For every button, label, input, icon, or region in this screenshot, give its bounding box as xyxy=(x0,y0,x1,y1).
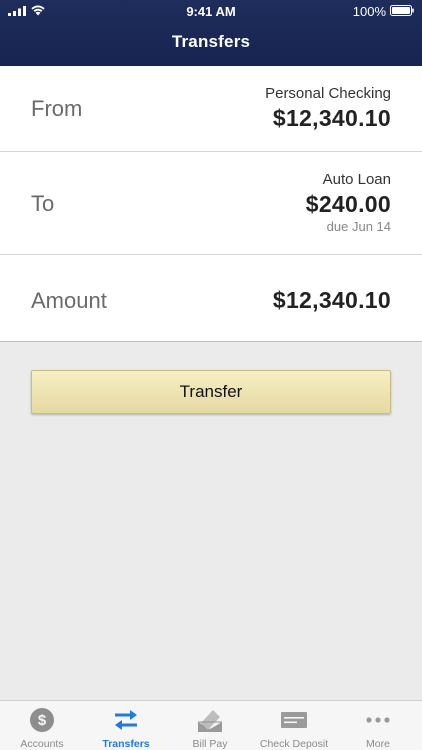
svg-text:$: $ xyxy=(38,712,47,729)
to-account-name: Auto Loan xyxy=(322,171,391,188)
tab-bar: $ Accounts Transfers Bill Pay Check Depo… xyxy=(0,700,422,750)
tab-label: Accounts xyxy=(20,738,64,750)
amount-label: Amount xyxy=(31,288,107,313)
due-date: due Jun 14 xyxy=(326,219,391,234)
tab-check-deposit[interactable]: Check Deposit xyxy=(252,701,336,750)
tab-transfers[interactable]: Transfers xyxy=(84,701,168,750)
tab-label: Check Deposit xyxy=(259,738,329,750)
check-icon xyxy=(281,712,307,728)
amount-value-wrap: $12,340.10 xyxy=(273,287,391,314)
to-row[interactable]: To Auto Loan $240.00 due Jun 14 xyxy=(0,152,422,255)
amount-value: $12,340.10 xyxy=(272,287,391,313)
more-icon xyxy=(366,717,390,723)
tab-label: Bill Pay xyxy=(192,738,228,750)
tab-label: Transfers xyxy=(102,738,150,750)
from-account-info: Personal Checking $12,340.10 xyxy=(265,85,391,132)
app-header: 9:41 AM 100% Transfers xyxy=(0,0,422,66)
to-account-info: Auto Loan $240.00 due Jun 14 xyxy=(306,171,391,234)
transfer-button[interactable]: Transfer xyxy=(31,370,391,414)
tab-accounts[interactable]: $ Accounts xyxy=(0,701,84,750)
to-account-amount: $240.00 xyxy=(305,191,391,217)
tab-bill-pay[interactable]: Bill Pay xyxy=(168,701,252,750)
battery-icon xyxy=(390,5,414,16)
envelope-icon xyxy=(198,710,222,732)
page-title: Transfers xyxy=(171,32,251,51)
dollar-circle-icon: $ xyxy=(30,708,54,732)
status-bar: 9:41 AM 100% xyxy=(0,0,422,22)
to-label: To xyxy=(31,191,55,216)
tab-label: More xyxy=(366,738,390,750)
from-account-balance: $12,340.10 xyxy=(272,105,391,131)
amount-row[interactable]: Amount $12,340.10 xyxy=(0,255,422,342)
from-account-name: Personal Checking xyxy=(265,85,391,102)
tab-more[interactable]: More xyxy=(336,701,420,750)
from-row[interactable]: From Personal Checking $12,340.10 xyxy=(0,66,422,152)
swap-arrows-icon xyxy=(115,710,137,730)
battery-percent: 100% xyxy=(352,4,386,19)
from-label: From xyxy=(31,96,83,121)
transfer-form: From Personal Checking $12,340.10 To Aut… xyxy=(0,66,422,342)
